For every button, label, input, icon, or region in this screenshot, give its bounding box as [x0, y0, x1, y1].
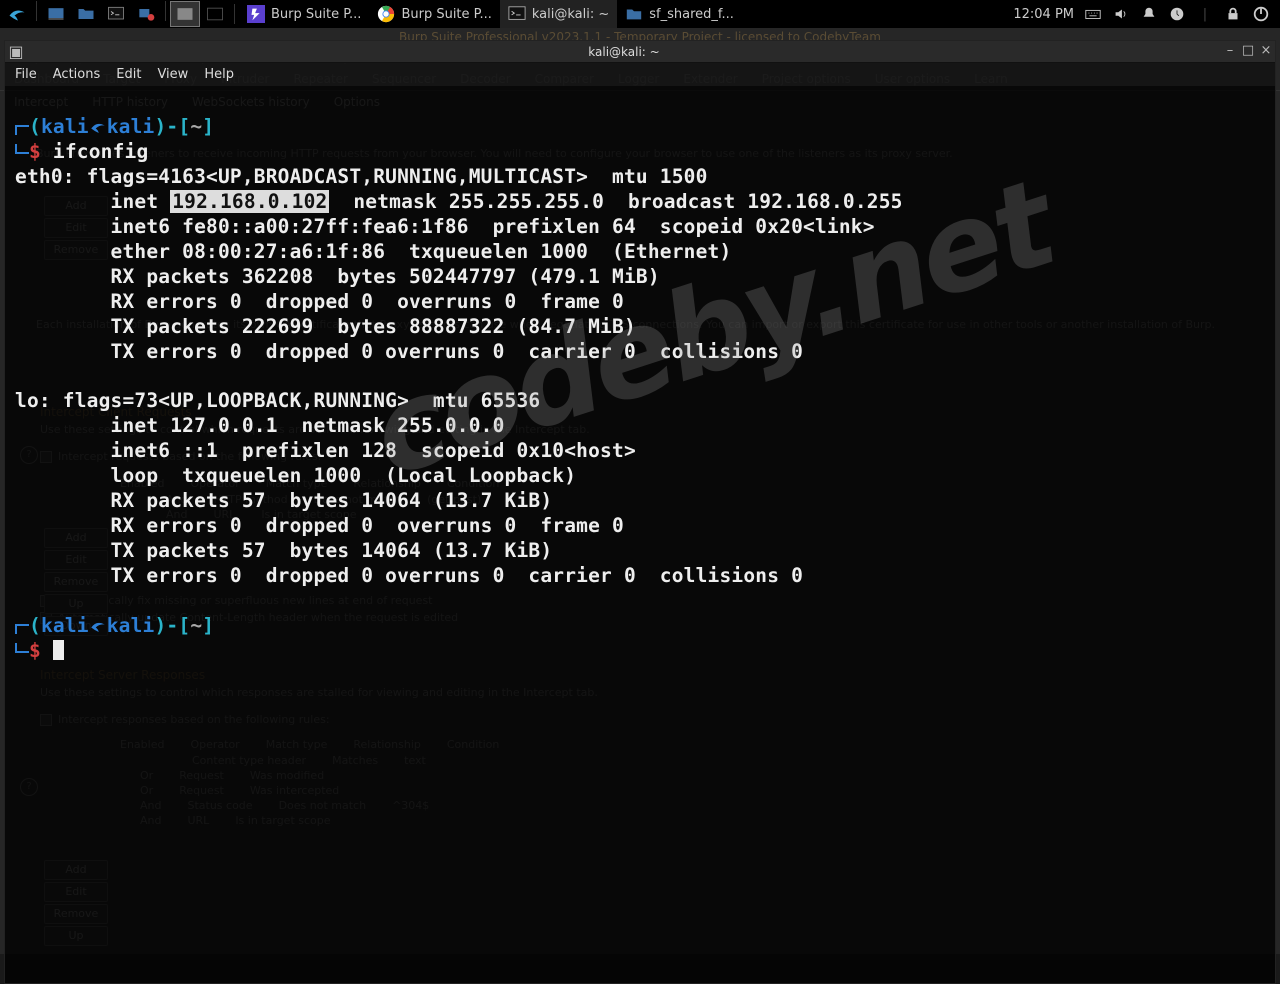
- task-burp-1[interactable]: Burp Suite P...: [239, 0, 369, 28]
- menu-file[interactable]: File: [15, 67, 37, 82]
- terminal-title-text: kali@kali: ~: [27, 45, 1221, 59]
- output-line: TX packets 222699 bytes 88887322 (84.7 M…: [15, 315, 636, 338]
- chrome-icon: [377, 5, 395, 23]
- highlighted-ip: 192.168.0.102: [170, 190, 329, 213]
- kali-menu-icon[interactable]: [2, 1, 32, 27]
- task-terminal[interactable]: kali@kali: ~: [500, 0, 617, 28]
- kali-dragon-icon: [89, 617, 107, 635]
- workspace-1[interactable]: [170, 1, 200, 27]
- kali-dragon-icon: [89, 118, 107, 136]
- output-line: lo: flags=73<UP,LOOPBACK,RUNNING> mtu 65…: [15, 389, 540, 412]
- menu-edit[interactable]: Edit: [116, 67, 141, 82]
- close-button[interactable]: ×: [1257, 43, 1275, 61]
- output-line: inet6 fe80::a00:27ff:fea6:1f86 prefixlen…: [15, 215, 875, 238]
- separator-icon: |: [1196, 5, 1214, 23]
- prompt-path: ~: [190, 115, 202, 138]
- burp-pro-icon: [247, 5, 265, 23]
- maximize-button[interactable]: □: [1239, 43, 1257, 61]
- task-label: kali@kali: ~: [532, 7, 609, 22]
- updates-icon[interactable]: [1168, 5, 1186, 23]
- notification-icon[interactable]: [1140, 5, 1158, 23]
- output-line: TX errors 0 dropped 0 overruns 0 carrier…: [15, 340, 803, 363]
- terminal-window: ▣ kali@kali: ~ – □ × File Actions Edit V…: [4, 40, 1276, 984]
- terminal-menubar[interactable]: File Actions Edit View Help: [5, 63, 1275, 86]
- menu-actions[interactable]: Actions: [53, 67, 101, 82]
- output-line: inet6 ::1 prefixlen 128 scopeid 0x10<hos…: [15, 439, 636, 462]
- output-line: ether 08:00:27:a6:1f:86 txqueuelen 1000 …: [15, 240, 731, 263]
- lock-icon[interactable]: [1224, 5, 1242, 23]
- output-line: TX errors 0 dropped 0 overruns 0 carrier…: [15, 564, 803, 587]
- terminal-titlebar[interactable]: ▣ kali@kali: ~ – □ ×: [5, 41, 1275, 63]
- output-line: inet 127.0.0.1 netmask 255.0.0.0: [15, 414, 505, 437]
- task-label: sf_shared_f...: [649, 7, 734, 22]
- kazam-icon[interactable]: [131, 1, 161, 27]
- terminal-body[interactable]: (kalikali)-[~] $ ifconfig eth0: flags=41…: [5, 86, 1275, 668]
- output-line: RX errors 0 dropped 0 overruns 0 frame 0: [15, 514, 624, 537]
- menu-help[interactable]: Help: [204, 67, 234, 82]
- workspace-2[interactable]: [200, 1, 230, 27]
- show-desktop-icon[interactable]: [41, 1, 71, 27]
- terminal-cursor[interactable]: [53, 640, 64, 660]
- prompt-host: kali: [107, 115, 155, 138]
- terminal-icon: [508, 5, 526, 23]
- prompt-user: kali: [41, 115, 89, 138]
- top-panel: Burp Suite P... Burp Suite P... kali@kal…: [0, 0, 1280, 28]
- output-line: RX packets 362208 bytes 502447797 (479.1…: [15, 265, 660, 288]
- output-line: RX errors 0 dropped 0 overruns 0 frame 0: [15, 290, 624, 313]
- folder-icon: [625, 5, 643, 23]
- task-label: Burp Suite P...: [271, 7, 361, 22]
- command-ifconfig: ifconfig: [53, 140, 149, 163]
- output-line: loop txqueuelen 1000 (Local Loopback): [15, 464, 576, 487]
- output-line: TX packets 57 bytes 14064 (13.7 KiB): [15, 539, 552, 562]
- task-chrome[interactable]: Burp Suite P...: [369, 0, 499, 28]
- volume-icon[interactable]: [1112, 5, 1130, 23]
- files-icon[interactable]: [71, 1, 101, 27]
- clock[interactable]: 12:04 PM: [1013, 7, 1074, 22]
- task-label: Burp Suite P...: [401, 7, 491, 22]
- keyboard-icon[interactable]: [1084, 5, 1102, 23]
- output-line: eth0: flags=4163<UP,BROADCAST,RUNNING,MU…: [15, 165, 708, 188]
- task-files[interactable]: sf_shared_f...: [617, 0, 742, 28]
- system-tray: 12:04 PM |: [1013, 5, 1280, 23]
- terminal-app-icon: ▣: [5, 42, 27, 61]
- output-line: RX packets 57 bytes 14064 (13.7 KiB): [15, 489, 552, 512]
- minimize-button[interactable]: –: [1221, 43, 1239, 61]
- output-line: netmask 255.255.255.0 broadcast 192.168.…: [329, 190, 902, 213]
- output-line: inet: [15, 190, 170, 213]
- power-icon[interactable]: [1252, 5, 1270, 23]
- terminal-launcher-icon[interactable]: [101, 1, 131, 27]
- menu-view[interactable]: View: [157, 67, 188, 82]
- launcher-bar: [0, 1, 230, 27]
